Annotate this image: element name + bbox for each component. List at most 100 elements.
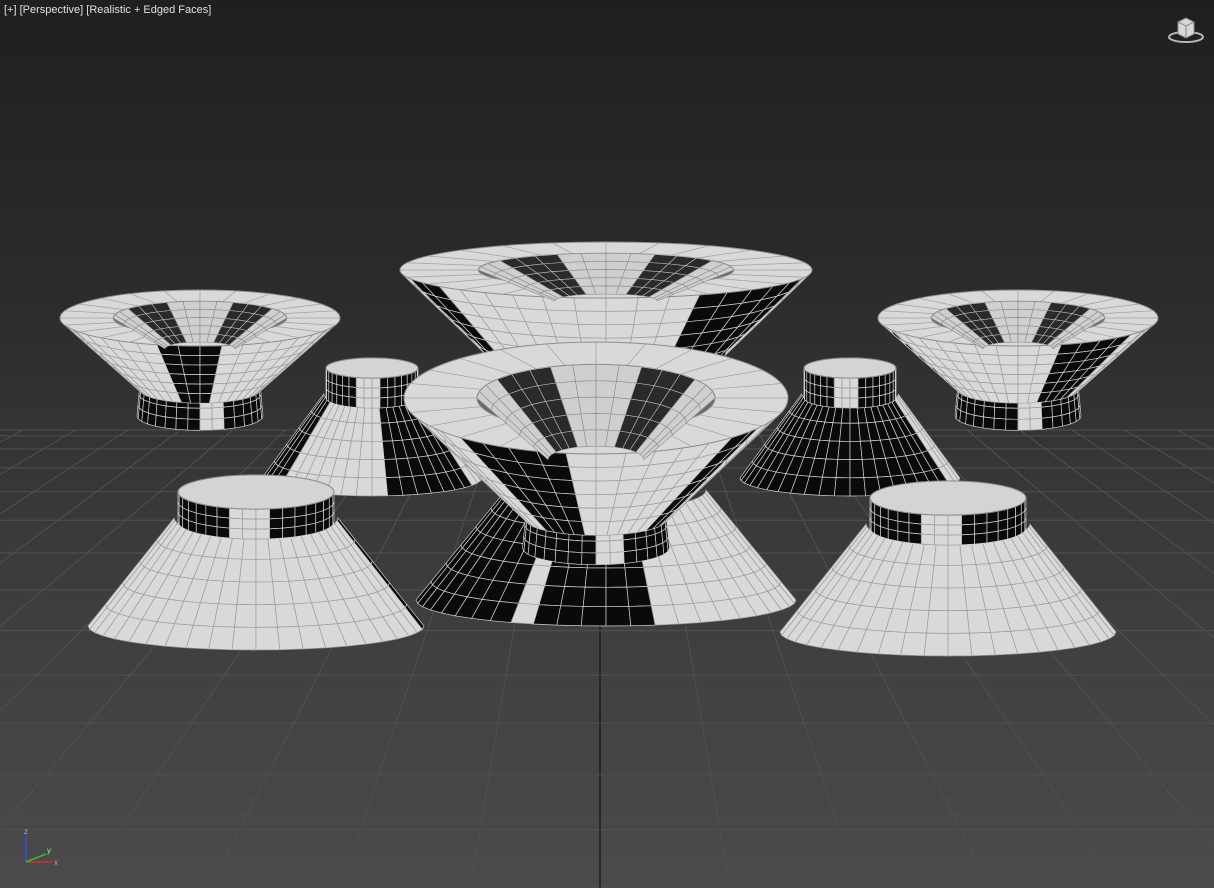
mesh-face bbox=[849, 459, 865, 479]
mesh-face bbox=[199, 300, 218, 310]
mesh-face bbox=[879, 384, 886, 397]
mesh-face bbox=[605, 310, 637, 326]
mesh-face bbox=[379, 377, 389, 389]
mesh-face bbox=[814, 394, 821, 407]
mesh-face bbox=[1017, 300, 1036, 310]
mesh-face bbox=[999, 364, 1019, 375]
mesh-face bbox=[342, 385, 350, 398]
cap-top-face bbox=[177, 474, 335, 510]
mesh-face bbox=[865, 386, 874, 398]
mesh-face bbox=[633, 309, 666, 325]
mesh-face bbox=[357, 459, 373, 479]
mesh-face bbox=[595, 480, 621, 496]
mesh-face bbox=[857, 387, 867, 399]
mesh-face bbox=[186, 317, 201, 327]
mesh-face bbox=[1005, 407, 1019, 420]
viewport-view-menu[interactable]: [Perspective] bbox=[20, 4, 84, 16]
viewcube-icon[interactable] bbox=[1166, 14, 1206, 46]
mesh-face bbox=[884, 382, 891, 395]
mesh-face bbox=[887, 528, 899, 542]
mesh-face bbox=[982, 416, 995, 430]
mesh-face bbox=[1052, 414, 1063, 429]
mesh-face bbox=[1007, 526, 1016, 540]
mesh-face bbox=[1002, 309, 1019, 319]
mesh-face bbox=[183, 373, 201, 385]
mesh-face bbox=[947, 587, 968, 612]
mesh-face bbox=[646, 545, 658, 561]
mesh-face bbox=[155, 414, 166, 429]
mesh-face bbox=[342, 375, 350, 388]
mesh-face bbox=[1017, 418, 1031, 431]
mesh-face bbox=[550, 323, 581, 339]
mesh-face bbox=[589, 277, 607, 287]
mesh-face bbox=[234, 414, 245, 429]
mesh-face bbox=[534, 545, 546, 561]
mesh-face bbox=[355, 397, 365, 409]
mesh-face bbox=[965, 412, 975, 427]
mesh-face bbox=[571, 480, 597, 496]
mesh-face bbox=[961, 523, 976, 536]
mesh-face bbox=[826, 376, 835, 388]
mesh-face bbox=[371, 387, 381, 399]
viewport-plus-menu[interactable]: [+] bbox=[4, 4, 17, 16]
mesh-face bbox=[961, 533, 976, 546]
mesh-face bbox=[164, 416, 177, 430]
mesh-face bbox=[595, 452, 627, 468]
mesh-face bbox=[1006, 393, 1019, 404]
mesh-face bbox=[567, 551, 583, 565]
mesh-face bbox=[997, 528, 1009, 542]
mesh-face bbox=[387, 386, 396, 398]
mesh-face bbox=[993, 406, 1007, 420]
mesh-face bbox=[900, 632, 927, 657]
mesh-face bbox=[1006, 325, 1019, 335]
scene-canvas[interactable] bbox=[0, 0, 1214, 888]
mesh-face bbox=[231, 626, 257, 651]
viewport-label-menu[interactable]: [+] [Perspective] [Realistic + Edged Fac… bbox=[4, 4, 211, 16]
mesh-face bbox=[809, 382, 816, 395]
mesh-face bbox=[622, 538, 637, 553]
mesh-face bbox=[199, 309, 216, 319]
mesh-face bbox=[228, 517, 243, 530]
mesh-face bbox=[605, 261, 629, 271]
mesh-face bbox=[555, 538, 570, 553]
mesh-face bbox=[379, 397, 389, 409]
mesh-face bbox=[581, 552, 597, 566]
mesh-face bbox=[1017, 407, 1031, 420]
mesh-face bbox=[199, 407, 213, 420]
mesh-face bbox=[841, 397, 851, 409]
mesh-face bbox=[580, 252, 607, 262]
mesh-face bbox=[806, 390, 811, 404]
mesh-face bbox=[833, 387, 843, 399]
mesh-face bbox=[348, 376, 357, 388]
axis-z-label: z bbox=[24, 827, 28, 836]
mesh-face bbox=[833, 477, 851, 497]
cap-top-face bbox=[869, 480, 1027, 516]
mesh-face bbox=[188, 393, 201, 404]
mesh-face bbox=[394, 375, 402, 388]
mesh-face bbox=[920, 533, 935, 546]
mesh-face bbox=[165, 405, 178, 419]
mesh-face bbox=[947, 564, 965, 589]
mesh-face bbox=[255, 558, 273, 583]
mesh-face bbox=[839, 422, 851, 442]
mesh-face bbox=[211, 406, 225, 420]
grid-line bbox=[704, 429, 861, 888]
mesh-face bbox=[269, 527, 284, 540]
mesh-face bbox=[379, 387, 389, 399]
mesh-face bbox=[609, 539, 625, 554]
mesh-face bbox=[332, 511, 335, 526]
mesh-face bbox=[879, 394, 886, 407]
mesh-face bbox=[908, 512, 922, 525]
mesh-face bbox=[234, 604, 257, 628]
mesh-face bbox=[199, 345, 223, 356]
mesh-face bbox=[294, 524, 307, 538]
mesh-face bbox=[575, 493, 597, 509]
mesh-face bbox=[1017, 373, 1035, 385]
perspective-viewport[interactable]: [+] [Perspective] [Realistic + Edged Fac… bbox=[0, 0, 1214, 888]
mesh-face bbox=[155, 403, 167, 418]
viewport-shading-menu[interactable]: [Realistic + Edged Faces] bbox=[86, 4, 211, 16]
mesh-face bbox=[199, 418, 213, 431]
mesh-face bbox=[635, 296, 671, 312]
mesh-face bbox=[305, 522, 317, 536]
funnel-back-left bbox=[59, 289, 341, 431]
